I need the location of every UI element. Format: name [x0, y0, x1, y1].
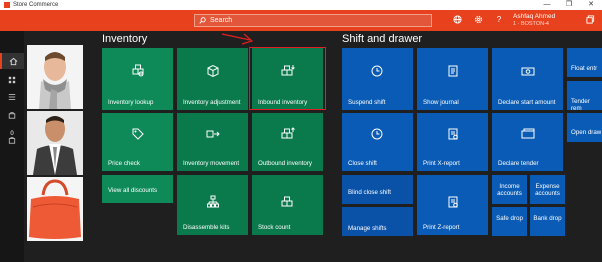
bank-drop-tile[interactable]: Bank drop: [530, 207, 565, 236]
side-navigation: 0: [0, 31, 24, 262]
tile-label: Print Z-report: [423, 224, 460, 231]
shift-section-title: Shift and drawer: [342, 33, 423, 45]
tile-label: View all discounts: [108, 187, 158, 194]
product-image-handbag[interactable]: [27, 177, 83, 241]
tile-label: Float entr: [571, 65, 598, 72]
float-entry-tile[interactable]: Float entr: [567, 48, 602, 77]
cash-stack-icon: [521, 128, 534, 139]
settings-gear-icon[interactable]: [473, 15, 483, 25]
close-button[interactable]: ✕: [580, 0, 602, 10]
user-store: 1 · BOSTON-4: [513, 21, 549, 27]
suspend-shift-tile[interactable]: Suspend shift: [342, 48, 413, 110]
tile-label: Show journal: [423, 99, 459, 106]
declare-start-amount-tile[interactable]: Declare start amount: [492, 48, 563, 110]
box-move-icon: [206, 130, 220, 138]
inventory-section-title: Inventory: [102, 33, 148, 45]
journal-icon: [448, 65, 457, 77]
tile-label: Open draw: [571, 129, 602, 136]
product-image-scarf[interactable]: [27, 45, 83, 109]
product-image-strip: [24, 31, 84, 262]
expense-accounts-tile[interactable]: Expense accounts: [530, 175, 565, 204]
report-print-icon: [448, 128, 458, 140]
search-input[interactable]: Search: [194, 14, 432, 27]
maximize-button[interactable]: ❐: [558, 0, 580, 10]
search-placeholder: Search: [210, 17, 233, 24]
hierarchy-icon: [206, 195, 219, 208]
app-header: Search ? Ashfaq Ahmed 1 · BOSTON-4: [0, 10, 602, 31]
close-shift-tile[interactable]: Close shift: [342, 113, 413, 171]
clock-pause-icon: [371, 65, 382, 77]
minimize-button[interactable]: —: [536, 0, 558, 10]
tile-label: Expense accounts: [535, 183, 560, 197]
list-icon: [8, 94, 16, 100]
help-icon[interactable]: ?: [494, 15, 504, 25]
nav-menu[interactable]: [0, 89, 24, 105]
blind-close-shift-tile[interactable]: Blind close shift: [342, 175, 413, 204]
tile-label: Inventory lookup: [108, 99, 154, 106]
tile-label: Outbound inventory: [258, 160, 313, 167]
cart-icon: [8, 136, 16, 144]
window-titlebar: Store Commerce — ❐ ✕: [0, 0, 602, 10]
boxes-count-icon: [281, 196, 292, 207]
home-icon: [9, 57, 17, 65]
tile-label: Print X-report: [423, 160, 460, 167]
income-accounts-tile[interactable]: Income accounts: [492, 175, 527, 204]
tile-label: Stock count: [258, 224, 291, 231]
money-icon: [521, 67, 534, 76]
tile-label: Close shift: [348, 160, 377, 167]
tile-label: Tender rem: [571, 98, 590, 112]
view-all-discounts-tile[interactable]: View all discounts: [102, 175, 173, 203]
restore-window-icon[interactable]: [586, 15, 598, 26]
tile-label: Price check: [108, 160, 140, 167]
declare-tender-tile[interactable]: Declare tender: [492, 113, 563, 171]
inventory-lookup-tile[interactable]: Inventory lookup: [102, 48, 173, 110]
nav-cart[interactable]: 0: [0, 127, 24, 147]
disassemble-kits-tile[interactable]: Disassemble kits: [177, 175, 248, 235]
bag-icon: [8, 112, 16, 119]
tile-label: Safe drop: [496, 215, 523, 222]
show-journal-tile[interactable]: Show journal: [417, 48, 488, 110]
tile-label: Inventory movement: [183, 160, 240, 167]
boxes-search-icon: [132, 64, 143, 77]
tile-label: Inventory adjustment: [183, 99, 241, 106]
nav-home[interactable]: [0, 53, 24, 69]
tile-label: Manage shifts: [348, 225, 387, 232]
product-image-shirt[interactable]: [27, 111, 83, 175]
stock-count-tile[interactable]: Stock count: [252, 175, 323, 235]
tile-label: Declare start amount: [498, 99, 556, 106]
inventory-adjustment-tile[interactable]: Inventory adjustment: [177, 48, 248, 110]
annotation-arrow-icon: [221, 33, 254, 45]
nav-transactions[interactable]: [0, 107, 24, 123]
clock-stop-icon: [371, 128, 382, 140]
outbound-inventory-tile[interactable]: Outbound inventory: [252, 113, 323, 171]
nav-products[interactable]: [0, 72, 24, 88]
globe-icon[interactable]: [452, 15, 462, 25]
price-tag-icon: [132, 128, 144, 140]
price-check-tile[interactable]: Price check: [102, 113, 173, 171]
tile-label: Suspend shift: [348, 99, 386, 106]
safe-drop-tile[interactable]: Safe drop: [492, 207, 527, 236]
report-print-icon: [448, 196, 458, 208]
open-drawer-tile[interactable]: Open draw: [567, 113, 602, 142]
tender-removal-tile[interactable]: Tender rem: [567, 81, 602, 112]
boxes-outbound-icon: [281, 127, 295, 139]
tile-label: Declare tender: [498, 160, 539, 167]
box-adjust-icon: [207, 64, 218, 78]
search-icon: [199, 17, 206, 24]
window-title: Store Commerce: [13, 2, 59, 8]
user-name[interactable]: Ashfaq Ahmed: [513, 13, 555, 20]
grid-icon: [8, 76, 16, 84]
app-logo-icon: [4, 2, 10, 8]
print-x-report-tile[interactable]: Print X-report: [417, 113, 488, 171]
inventory-movement-tile[interactable]: Inventory movement: [177, 113, 248, 171]
annotation-highlight-box: [249, 47, 326, 110]
tile-label: Bank drop: [533, 215, 562, 222]
tile-label: Disassemble kits: [183, 224, 230, 231]
tile-label: Income accounts: [497, 183, 522, 197]
print-z-report-tile[interactable]: Print Z-report: [417, 175, 488, 235]
tile-label: Blind close shift: [348, 189, 391, 196]
manage-shifts-tile[interactable]: Manage shifts: [342, 207, 413, 236]
